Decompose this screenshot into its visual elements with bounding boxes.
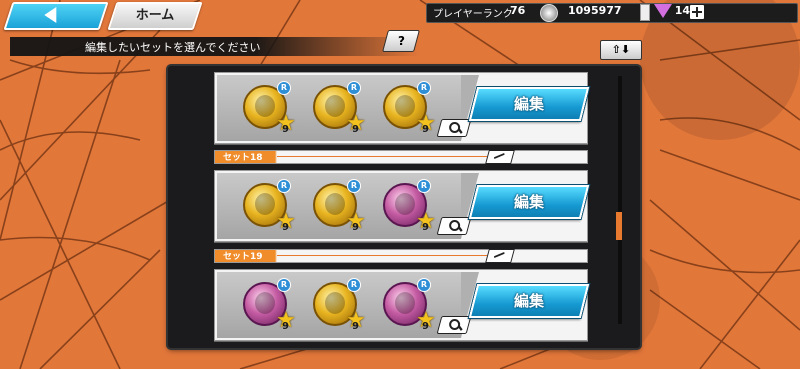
set-label: セット19 <box>223 252 263 262</box>
player-rank-label: プレイヤーランク <box>433 9 513 20</box>
medal-info-badge-icon: R <box>347 278 361 292</box>
set-tab: セット18 <box>214 150 588 164</box>
rename-set-button[interactable] <box>485 150 515 164</box>
gem-count: 14 <box>674 4 690 17</box>
medal-level-star-icon: ★ 9 <box>345 113 367 136</box>
medal-slot[interactable]: R ★ 9 <box>383 179 436 233</box>
scrollbar-track[interactable] <box>618 76 622 324</box>
edit-set-button[interactable]: 編集 <box>468 87 590 121</box>
medal-level: 9 <box>282 321 289 332</box>
edit-button-label: 編集 <box>513 193 544 211</box>
character-portrait-icon <box>325 292 345 314</box>
home-button[interactable]: ホーム <box>107 2 203 30</box>
medal-slot[interactable]: R ★ 9 <box>243 278 296 332</box>
coin-icon <box>540 4 558 22</box>
medal-info-badge-icon: R <box>417 278 431 292</box>
medal-level-star-icon: ★ 9 <box>275 211 297 234</box>
edit-set-button[interactable]: 編集 <box>468 185 590 219</box>
medal-level: 9 <box>422 124 429 135</box>
set-card: R ★ 9 R ★ 9 R ★ 9 編集 <box>214 269 590 341</box>
edit-set-button[interactable]: 編集 <box>468 284 590 318</box>
add-gems-button[interactable] <box>690 5 704 19</box>
medal-level-star-icon: ★ 9 <box>345 310 367 333</box>
edit-button-label: 編集 <box>513 95 544 113</box>
medal-info-badge-icon: R <box>347 81 361 95</box>
medal-slot[interactable]: R ★ 9 <box>383 278 436 332</box>
medal-level: 9 <box>352 222 359 233</box>
character-portrait-icon <box>255 95 275 117</box>
medal-level-star-icon: ★ 9 <box>275 310 297 333</box>
character-portrait-icon <box>325 193 345 215</box>
medal-info-badge-icon: R <box>277 179 291 193</box>
medal-slot[interactable]: R ★ 9 <box>313 278 366 332</box>
magnify-handle-icon <box>457 226 463 232</box>
magnify-handle-icon <box>457 325 463 331</box>
medal-info-badge-icon: R <box>417 179 431 193</box>
medal-level-star-icon: ★ 9 <box>415 113 437 136</box>
coin-count: 1095977 <box>568 4 622 17</box>
medal-level: 9 <box>282 124 289 135</box>
medal-level-star-icon: ★ 9 <box>275 113 297 136</box>
help-button-label: ? <box>397 34 405 48</box>
character-portrait-icon <box>395 95 415 117</box>
character-portrait-icon <box>325 95 345 117</box>
medal-info-badge-icon: R <box>277 81 291 95</box>
back-button[interactable] <box>3 2 109 30</box>
medal-level: 9 <box>352 124 359 135</box>
set-card: R ★ 9 R ★ 9 R ★ 9 編集 <box>214 170 590 242</box>
medal-slot[interactable]: R ★ 9 <box>383 81 436 135</box>
medal-slot[interactable]: R ★ 9 <box>243 179 296 233</box>
medal-level-star-icon: ★ 9 <box>415 211 437 234</box>
set-tab-divider <box>277 255 487 256</box>
medal-level: 9 <box>352 321 359 332</box>
rename-set-button[interactable] <box>485 249 515 263</box>
magnify-button[interactable] <box>436 217 472 235</box>
medal-level-star-icon: ★ 9 <box>345 211 367 234</box>
set-tab-divider <box>277 156 487 157</box>
set-card: R ★ 9 R ★ 9 R ★ 9 編集 <box>214 72 590 144</box>
sort-button[interactable]: ⇧⬇ <box>600 40 642 60</box>
medal-info-badge-icon: R <box>277 278 291 292</box>
character-portrait-icon <box>255 292 275 314</box>
magnify-handle-icon <box>457 128 463 134</box>
player-rank-value: 76 <box>510 4 526 17</box>
set-tab: セット19 <box>214 249 588 263</box>
medal-slot[interactable]: R ★ 9 <box>313 179 366 233</box>
medal-level: 9 <box>422 222 429 233</box>
instruction-text: 編集したいセットを選んでください <box>85 41 261 54</box>
magnify-button[interactable] <box>436 316 472 334</box>
medal-info-badge-icon: R <box>417 81 431 95</box>
scrollbar-thumb[interactable] <box>616 212 622 240</box>
medal-level: 9 <box>282 222 289 233</box>
medal-info-badge-icon: R <box>347 179 361 193</box>
gem-meter-icon <box>640 4 650 21</box>
set-label: セット18 <box>223 153 263 163</box>
character-portrait-icon <box>395 292 415 314</box>
magnify-button[interactable] <box>436 119 472 137</box>
medal-level: 9 <box>422 321 429 332</box>
medal-level-star-icon: ★ 9 <box>415 310 437 333</box>
help-button[interactable]: ? <box>382 30 420 52</box>
character-portrait-icon <box>395 193 415 215</box>
medal-slot[interactable]: R ★ 9 <box>313 81 366 135</box>
edit-button-label: 編集 <box>513 292 544 310</box>
home-button-label: ホーム <box>135 8 175 23</box>
back-arrow-icon <box>44 7 57 23</box>
character-portrait-icon <box>255 193 275 215</box>
medal-slot[interactable]: R ★ 9 <box>243 81 296 135</box>
